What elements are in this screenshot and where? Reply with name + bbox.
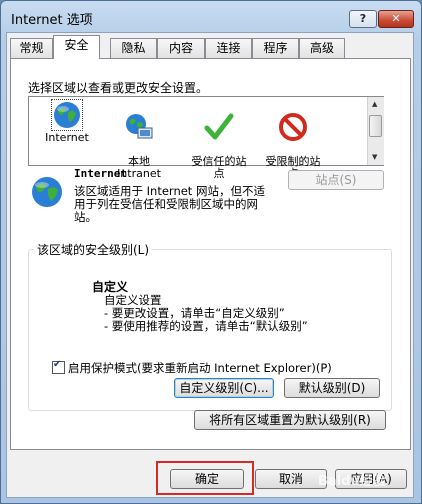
tab-privacy[interactable]: 隐私 <box>110 38 157 58</box>
ok-button-highlight-frame <box>156 461 254 495</box>
zone-internet[interactable]: Internet <box>32 99 102 144</box>
zone-list-scrollbar[interactable]: ▲ ▼ <box>367 97 384 165</box>
window-title: Internet 选项 <box>11 13 93 28</box>
tab-general[interactable]: 常规 <box>10 38 53 58</box>
selected-zone-name: Internet <box>74 167 127 180</box>
watermark: Baidu经验 <box>318 474 386 489</box>
security-level-label: 该区域的安全级别(L) <box>34 241 153 258</box>
reset-all-zones-button[interactable]: 将所有区域重置为默认级别(R) <box>194 410 386 430</box>
check-icon <box>204 113 234 140</box>
globe-icon <box>51 99 83 131</box>
sites-button[interactable]: 站点(S) <box>288 170 384 190</box>
tab-connections[interactable]: 连接 <box>205 38 252 58</box>
level-description: 自定义设置 - 要更改设置，请单击“自定义级别” - 要使用推荐的设置，请单击“… <box>104 293 308 333</box>
zone-restricted-sites[interactable]: 受限制的站 点 <box>258 100 328 180</box>
tab-advanced[interactable]: 高级 <box>299 38 345 58</box>
local-intranet-icon <box>126 114 153 139</box>
custom-level-button[interactable]: 自定义级别(C)... <box>174 378 274 398</box>
tab-security[interactable]: 安全 <box>53 35 100 59</box>
tab-content[interactable]: 内容 <box>157 38 205 58</box>
scroll-up-icon[interactable]: ▲ <box>372 100 377 108</box>
cancel-button[interactable]: 取消 <box>255 469 327 489</box>
globe-icon <box>32 177 62 207</box>
zone-trusted-sites[interactable]: 受信任的站 点 <box>184 100 254 180</box>
protected-mode-label: 启用保护模式(要求重新启动 Internet Explorer)(P) <box>68 361 332 375</box>
tab-programs[interactable]: 程序 <box>252 38 299 58</box>
zone-caption: 选择区域以查看或更改安全设置。 <box>28 81 209 95</box>
protected-mode-option[interactable]: 启用保护模式(要求重新启动 Internet Explorer)(P) <box>52 359 332 376</box>
zone-label: Internet <box>45 131 89 144</box>
selected-zone-description: 该区域适用于 Internet 网站，但不适用于列在受信任和受限制区域中的网站。 <box>74 184 265 224</box>
no-entry-icon <box>279 113 307 141</box>
protected-mode-checkbox[interactable] <box>52 359 65 374</box>
default-level-button[interactable]: 默认级别(D) <box>284 378 380 398</box>
zone-label: 受信任的站 点 <box>191 155 247 180</box>
title-bar[interactable]: Internet 选项 ? ✕ <box>1 1 421 33</box>
close-button[interactable]: ✕ <box>378 10 414 28</box>
help-button[interactable]: ? <box>349 10 377 28</box>
scroll-thumb[interactable] <box>369 115 382 137</box>
scroll-down-icon[interactable]: ▼ <box>372 153 377 161</box>
